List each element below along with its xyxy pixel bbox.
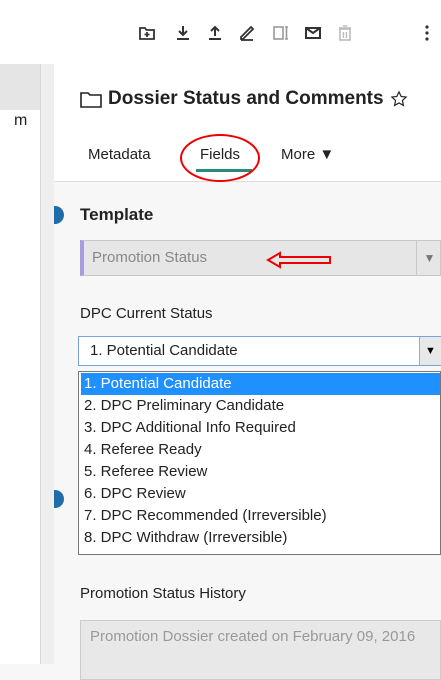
top-toolbar: [0, 0, 441, 64]
email-icon[interactable]: [302, 22, 324, 44]
template-select-value: Promotion Status: [92, 249, 208, 266]
tab-metadata[interactable]: Metadata: [88, 146, 151, 163]
dropdown-option[interactable]: 1. Potential Candidate: [81, 373, 440, 395]
dropdown-option[interactable]: 8. DPC Withdraw (Irreversible): [81, 527, 440, 549]
dpc-status-dropdown: 1. Potential Candidate 2. DPC Preliminar…: [78, 371, 441, 555]
history-label: Promotion Status History: [80, 585, 246, 602]
text-field-icon[interactable]: [270, 22, 292, 44]
download-icon[interactable]: [172, 22, 194, 44]
dpc-status-value: 1. Potential Candidate: [90, 342, 238, 359]
chevron-down-icon[interactable]: ▼: [416, 241, 441, 275]
panel-title: Dossier Status and Comments: [80, 88, 408, 110]
edit-icon[interactable]: [236, 22, 258, 44]
tab-more[interactable]: More ▼: [281, 146, 334, 163]
dropdown-option[interactable]: 4. Referee Ready: [81, 439, 440, 461]
upload-icon[interactable]: [204, 22, 226, 44]
dropdown-arrow-icon[interactable]: ▼: [419, 337, 441, 365]
star-icon[interactable]: [390, 90, 408, 108]
dropdown-option[interactable]: 2. DPC Preliminary Candidate: [81, 395, 440, 417]
panel-title-text: Dossier Status and Comments: [108, 88, 384, 109]
left-list-panel: [0, 64, 40, 664]
folder-icon: [80, 90, 102, 108]
add-folder-icon[interactable]: [136, 22, 158, 44]
dropdown-option[interactable]: 3. DPC Additional Info Required: [81, 417, 440, 439]
left-list-item-text[interactable]: m: [14, 112, 27, 130]
annotation-ellipse: [180, 134, 260, 182]
template-heading: Template: [80, 205, 154, 224]
delete-icon[interactable]: [334, 22, 356, 44]
more-vert-icon[interactable]: [420, 22, 434, 44]
dropdown-option[interactable]: 7. DPC Recommended (Irreversible): [81, 505, 440, 527]
left-list-header: [0, 64, 40, 110]
annotation-arrow: [266, 251, 331, 269]
history-value: Promotion Dossier created on February 09…: [90, 628, 416, 645]
dropdown-option[interactable]: 5. Referee Review: [81, 461, 440, 483]
dpc-status-label: DPC Current Status: [80, 305, 213, 322]
panel-divider[interactable]: [40, 64, 54, 664]
dropdown-option[interactable]: 6. DPC Review: [81, 483, 440, 505]
